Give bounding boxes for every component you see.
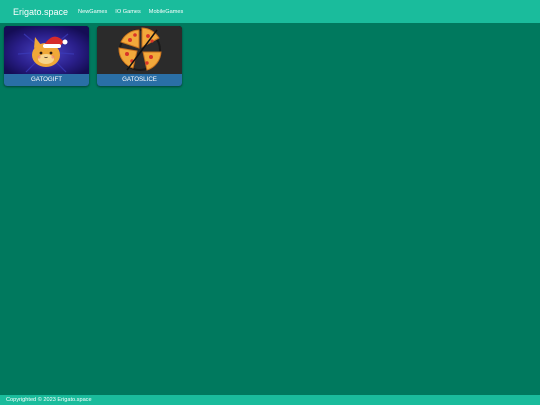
game-card-gatoslice[interactable]: GATOSLICE xyxy=(97,26,182,86)
site-brand-link[interactable]: Erigato.space xyxy=(13,7,68,17)
footer-copyright: Copyrighted © 2023 Erigato.space xyxy=(0,395,540,405)
game-title-gatoslice: GATOSLICE xyxy=(97,74,182,86)
nav-links: NewGames IO Games MobileGames xyxy=(78,9,191,15)
nav-link-io-games[interactable]: IO Games xyxy=(115,9,141,15)
nav-link-new-games[interactable]: NewGames xyxy=(78,9,107,15)
game-title-gatogift: GATOGIFT xyxy=(4,74,89,86)
game-card-gatogift[interactable]: GATOGIFT xyxy=(4,26,89,86)
gatoslice-thumbnail xyxy=(97,26,182,74)
nav-link-mobile-games[interactable]: MobileGames xyxy=(149,9,184,15)
game-grid: GATOGIFT GATOSLICE xyxy=(4,26,182,86)
top-navbar: Erigato.space NewGames IO Games MobileGa… xyxy=(0,0,540,23)
gatogift-thumbnail xyxy=(4,26,89,74)
